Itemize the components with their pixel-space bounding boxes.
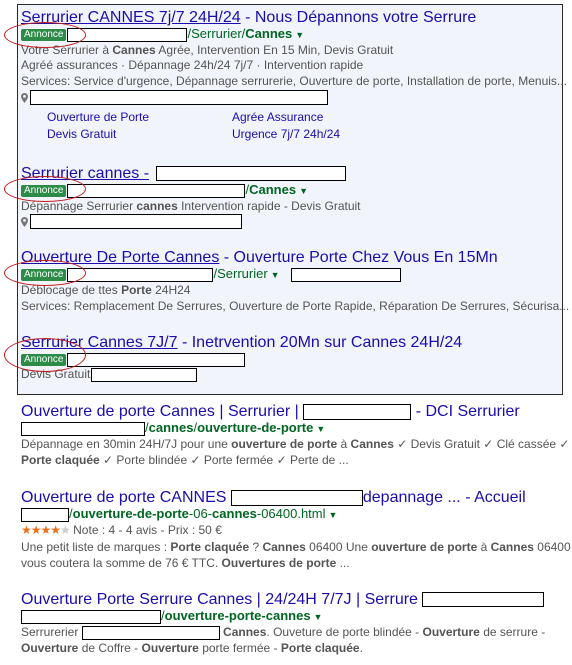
result1-url: /cannes/ouverture-de-porte ▼ [21, 420, 325, 437]
ad3-title-rest[interactable]: - Ouverture Porte Chez Vous En 15Mn [219, 249, 498, 266]
ad1-title-rest[interactable]: - Nous Dépannons votre Serrure [241, 9, 476, 26]
ad1-url-keyword: Cannes [245, 26, 293, 41]
redacted-title [303, 403, 412, 420]
redacted-address [30, 214, 242, 230]
redacted-title [155, 166, 346, 182]
result2-rating: ★★★★★ Note : 4 - 4 avis - Prix : 50 € [21, 523, 222, 537]
redacted-title [230, 489, 363, 506]
result2-snippet-line2: vous coutera la somme de 76 € TTC. Ouver… [21, 556, 350, 570]
annotation-circle [4, 260, 86, 286]
redacted-domain [67, 267, 214, 282]
ad1-url-path: /Serrurier/ [187, 26, 246, 41]
redacted-phone [291, 267, 402, 282]
redacted-domain [21, 609, 161, 624]
ad3-desc2: Services: Remplacement De Serrures, Ouve… [21, 299, 570, 313]
sitelink-agree-assurance[interactable]: Agrée Assurance [232, 109, 323, 125]
result2-snippet-line1: Une petit liste de marques : Porte claqu… [21, 540, 571, 554]
ad1-desc2: Agréé assurances · Dépannage 24h/24 7j/7… [21, 58, 364, 72]
result1-snippet-line1: Dépannage en 30min 24H/7J pour une ouver… [21, 437, 570, 451]
sitelink-urgence[interactable]: Urgence 7j/7 24h/24 [232, 126, 340, 142]
result1-snippet-line2: Porte claquée ✓ Porte blindée ✓ Porte fe… [21, 453, 349, 467]
ad4-title-rest[interactable]: - Inetrvention 20Mn sur Cannes 24H/24 [178, 334, 462, 351]
chevron-down-icon[interactable]: ▼ [316, 424, 325, 434]
ad1-desc1: Votre Serrurier à Cannes Agrée, Interven… [21, 43, 394, 57]
result3-snippet-line1: Serrurerier Cannes. Ouveture de porte bl… [21, 625, 546, 640]
redacted-domain [21, 421, 145, 436]
result1-title-link[interactable]: Ouverture de porte Cannes | Serrurier | … [21, 402, 520, 421]
ad2-desc: Dépannage Serrurier cannes Intervention … [21, 199, 361, 213]
result3-title-link[interactable]: Ouverture Porte Serrure Cannes | 24/24H … [21, 590, 545, 609]
ad3-title-link[interactable]: Ouverture De Porte Cannes - Ouverture Po… [21, 248, 498, 267]
redacted-phone [91, 367, 198, 382]
ad1-title-link[interactable]: Serrurier CANNES 7j/7 24H/24 - Nous Dépa… [21, 8, 476, 27]
redacted-name [81, 625, 220, 640]
redacted-title [422, 592, 545, 608]
redacted-address [30, 90, 328, 106]
ad1-desc3: Services: Service d'urgence, Dépannage s… [21, 74, 567, 88]
annotation-circle [4, 176, 86, 202]
redacted-domain [67, 352, 246, 367]
ad4-title-link[interactable]: Serrurier Cannes 7J/7 - Inetrvention 20M… [21, 333, 462, 352]
result2-url: /ouverture-de-porte-06-cannes-06400.html… [21, 506, 337, 523]
sitelink-devis-gratuit[interactable]: Devis Gratuit [47, 126, 116, 142]
chevron-down-icon[interactable]: ▼ [271, 270, 280, 280]
map-pin-icon [21, 216, 28, 227]
result2-title-link[interactable]: Ouverture de porte CANNES depannage ... … [21, 488, 526, 507]
result3-url: /ouverture-porte-cannes ▼ [21, 608, 322, 625]
chevron-down-icon[interactable]: ▼ [329, 510, 338, 520]
result3-snippet-line2: Ouverture de Coffre - Ouverture porte fe… [21, 641, 363, 655]
ad2-location [21, 213, 242, 230]
star-rating-icon: ★★★★★ [21, 523, 71, 537]
redacted-domain [21, 507, 69, 522]
chevron-down-icon[interactable]: ▼ [299, 186, 308, 196]
ad1-location [21, 89, 328, 106]
redacted-domain [67, 183, 246, 198]
annotation-circle [4, 338, 86, 372]
chevron-down-icon[interactable]: ▼ [314, 612, 323, 622]
chevron-down-icon[interactable]: ▼ [295, 30, 304, 40]
map-pin-icon [21, 92, 28, 103]
annotation-circle [4, 22, 86, 48]
sitelink-ouverture-porte[interactable]: Ouverture de Porte [47, 109, 149, 125]
